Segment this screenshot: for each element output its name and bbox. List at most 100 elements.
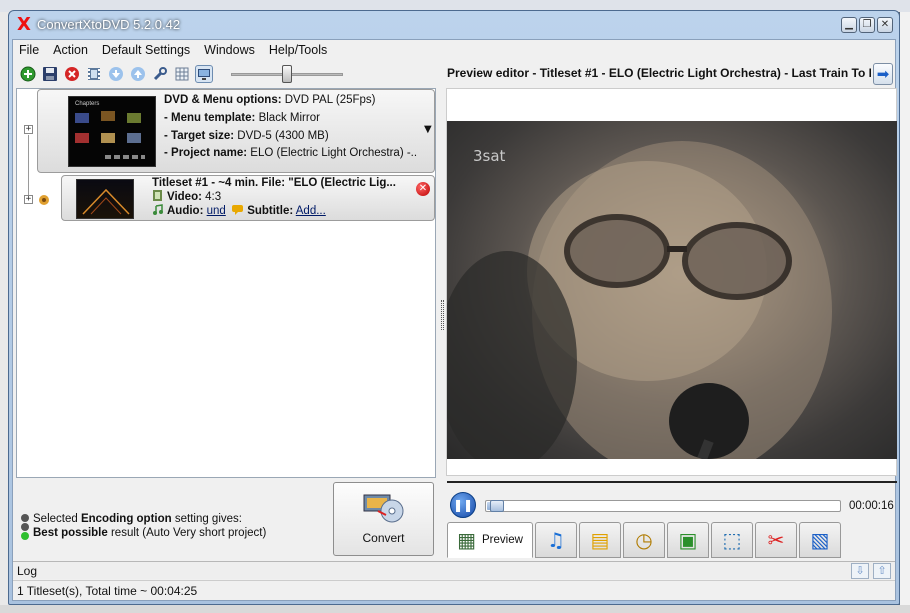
- menu-action[interactable]: Action: [47, 40, 96, 60]
- zoom-slider-thumb[interactable]: [282, 65, 292, 83]
- encoding-status-light: [21, 514, 30, 540]
- menu-template-label: - Menu template:: [164, 111, 256, 124]
- minimize-button[interactable]: ▁: [841, 17, 857, 33]
- project-options-text: DVD & Menu options: DVD PAL (25Fps) - Me…: [164, 92, 418, 163]
- menu-template-value: Black Mirror: [258, 111, 320, 124]
- crop-icon: ⬚: [722, 528, 742, 552]
- save-icon[interactable]: [41, 65, 59, 83]
- log-label: Log: [17, 564, 38, 578]
- tab-preview[interactable]: ▦ Preview: [447, 522, 533, 558]
- options-dropdown-icon[interactable]: ▼: [424, 124, 432, 135]
- tab-preview-label: Preview: [482, 534, 523, 546]
- move-down-icon[interactable]: [107, 65, 125, 83]
- tab-crop[interactable]: ⬚: [711, 522, 753, 558]
- encoding-prefix: Selected: [33, 513, 81, 525]
- music-note-icon: ♫: [547, 528, 565, 552]
- tab-cut[interactable]: ✂: [755, 522, 797, 558]
- titleset-thumbnail: [76, 179, 134, 219]
- tab-chapters[interactable]: ◷: [623, 522, 665, 558]
- stopwatch-icon: ◷: [635, 528, 653, 552]
- menu-windows[interactable]: Windows: [198, 40, 263, 60]
- status-text: 1 Titleset(s), Total time ~ 00:04:25: [17, 584, 198, 598]
- convert-button[interactable]: Convert: [333, 482, 434, 556]
- project-tree: + + Chapters DVD & Menu options: DVD PAL…: [16, 88, 436, 478]
- window-title: ConvertXtoDVD 5.2.0.42: [37, 17, 181, 32]
- monitor-icon[interactable]: [195, 65, 213, 83]
- grid-icon[interactable]: [173, 65, 191, 83]
- subtitle-label: Subtitle:: [247, 205, 294, 217]
- seek-bar[interactable]: [485, 500, 841, 512]
- subtitle-icon: ▤: [590, 528, 610, 552]
- add-subtitle-link[interactable]: Add...: [296, 205, 326, 217]
- tab-image[interactable]: ▣: [667, 522, 709, 558]
- desktop-bottom-strip: [0, 605, 910, 613]
- audio-note-icon: [152, 204, 163, 215]
- target-size-value: DVD-5 (4300 MB): [237, 129, 329, 142]
- video-film-icon: [152, 190, 163, 201]
- convert-label: Convert: [362, 531, 405, 545]
- titleset-card[interactable]: Titleset #1 - ~4 min. File: "ELO (Electr…: [61, 175, 435, 221]
- audio-label: Audio:: [167, 205, 204, 217]
- log-up-icon[interactable]: ⇧: [873, 563, 891, 579]
- dvd-menu-options-label: DVD & Menu options:: [164, 94, 282, 106]
- menu-default-settings[interactable]: Default Settings: [96, 40, 198, 60]
- titleset-info: Titleset #1 - ~4 min. File: "ELO (Electr…: [152, 176, 414, 218]
- playback-controls: ❚❚ 00:00:16: [447, 486, 897, 520]
- subtitle-bubble-icon: [232, 204, 244, 215]
- toolbar: [15, 62, 441, 86]
- remove-titleset-button[interactable]: ✕: [416, 182, 430, 196]
- menu-help-tools[interactable]: Help/Tools: [263, 40, 335, 60]
- log-down-icon[interactable]: ⇩: [851, 563, 869, 579]
- film-icon[interactable]: [85, 65, 103, 83]
- thumbnail-caption: Chapters: [75, 101, 100, 107]
- splitter-grip[interactable]: [441, 300, 444, 330]
- audio-value-link[interactable]: und: [207, 205, 226, 217]
- move-up-icon[interactable]: [129, 65, 147, 83]
- tree-connector: [28, 135, 29, 199]
- convert-film-disc-icon: [362, 491, 406, 525]
- zoom-slider[interactable]: [231, 65, 343, 83]
- project-expander[interactable]: +: [24, 125, 33, 134]
- menu-file[interactable]: File: [13, 40, 47, 60]
- menu-template-thumbnail: Chapters: [68, 96, 156, 167]
- playback-time: 00:00:16: [849, 500, 894, 512]
- tab-subtitles[interactable]: ▤: [579, 522, 621, 558]
- restore-button[interactable]: ❐: [859, 17, 875, 33]
- desktop-right-strip: [900, 12, 910, 613]
- close-button[interactable]: ✕: [877, 17, 893, 33]
- titleset-expander[interactable]: +: [24, 195, 33, 204]
- add-icon[interactable]: [19, 65, 37, 83]
- tab-audio[interactable]: ♫: [535, 522, 577, 558]
- status-bar: 1 Titleset(s), Total time ~ 00:04:25: [13, 580, 895, 600]
- encoding-suffix: setting gives:: [171, 513, 242, 525]
- encoding-option-label: Encoding option: [80, 513, 172, 525]
- video-value: 4:3: [205, 191, 222, 203]
- tools-icon[interactable]: [151, 65, 169, 83]
- encoding-result-detail: result (Auto Very short project): [107, 526, 267, 539]
- seek-bar-thumb[interactable]: [490, 500, 504, 512]
- video-frame[interactable]: 3sat: [447, 121, 897, 459]
- dvd-menu-options-value: DVD PAL (25Fps): [284, 94, 376, 106]
- delete-icon[interactable]: [63, 65, 81, 83]
- titleset-title: Titleset #1 - ~4 min. File: "ELO (Electr…: [152, 177, 396, 189]
- app-window: X ConvertXtoDVD 5.2.0.42 ▁ ❐ ✕ File Acti…: [8, 10, 900, 605]
- client-area: File Action Default Settings Windows Hel…: [12, 39, 897, 601]
- menu-bar: File Action Default Settings Windows Hel…: [13, 40, 895, 60]
- titleset-tree-icon: [37, 193, 51, 207]
- encoding-status-text: Selected Encoding option setting gives: …: [33, 513, 266, 540]
- log-header: Log ⇩ ⇧: [13, 561, 895, 579]
- video-content-image: [447, 141, 832, 459]
- scissors-icon: ✂: [767, 528, 785, 552]
- film-effects-icon: ▧: [810, 528, 830, 552]
- pause-button[interactable]: ❚❚: [450, 492, 476, 518]
- preview-film-icon: ▦: [457, 528, 476, 552]
- preview-editor-title: Preview editor - Titleset #1 - ELO (Elec…: [447, 66, 871, 80]
- tab-effects[interactable]: ▧: [799, 522, 841, 558]
- target-size-label: - Target size:: [164, 129, 235, 142]
- encoding-result-label: Best possible: [33, 526, 108, 539]
- project-options-card[interactable]: Chapters DVD & Menu options: DVD PAL (25…: [37, 89, 435, 173]
- editor-tabs: ▦ Preview ♫ ▤ ◷ ▣ ⬚ ✂ ▧: [447, 522, 897, 560]
- next-arrow-icon[interactable]: ➡: [873, 63, 893, 85]
- title-bar[interactable]: X ConvertXtoDVD 5.2.0.42 ▁ ❐ ✕: [9, 11, 899, 39]
- app-logo-icon: X: [17, 14, 31, 35]
